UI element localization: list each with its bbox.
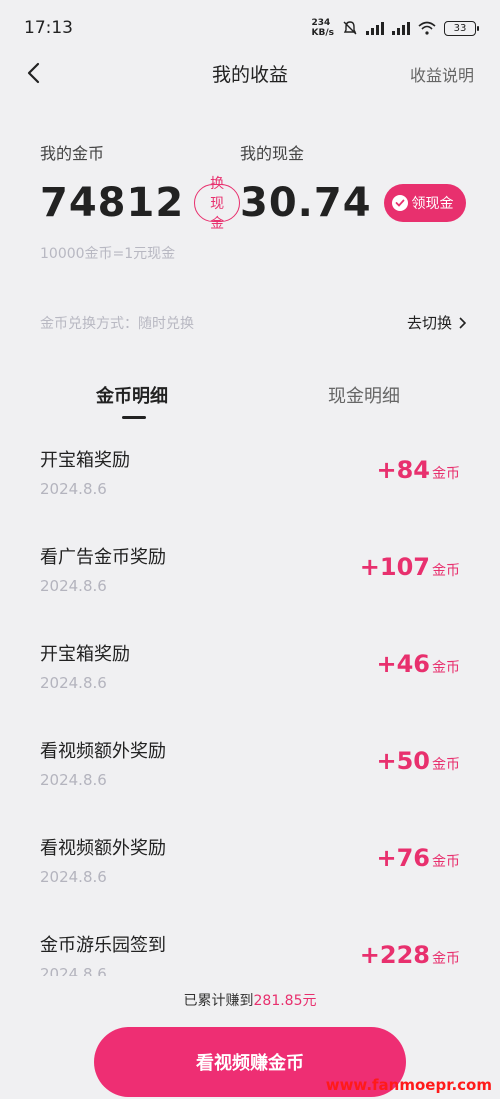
list-item: 看广告金币奖励 2024.8.6 +107 金币 — [0, 527, 500, 624]
record-amount-value: +76 — [376, 844, 430, 872]
switch-method-link[interactable]: 去切换 — [407, 312, 466, 333]
list-item: 开宝箱奖励 2024.8.6 +46 金币 — [0, 624, 500, 721]
record-title: 看视频额外奖励 — [40, 838, 166, 859]
exchange-cash-button[interactable]: 换现金 — [194, 175, 240, 231]
record-amount-value: +228 — [359, 941, 430, 969]
record-title: 开宝箱奖励 — [40, 644, 130, 665]
network-speed: 234 KB/s — [312, 18, 334, 38]
status-icons: 234 KB/s 33 — [312, 18, 479, 38]
record-amount-unit: 金币 — [432, 563, 460, 579]
signal-icon — [366, 21, 384, 35]
battery-icon: 33 — [444, 20, 479, 36]
record-amount-value: +50 — [376, 747, 430, 775]
exchange-rate-text: 10000金币=1元现金 — [40, 246, 176, 262]
cash-balance: 我的现金 30.74 领现金 — [240, 140, 466, 226]
cash-label: 我的现金 — [240, 144, 305, 163]
detail-tabs: 金币明细 现金明细 — [0, 382, 500, 422]
status-bar: 17:13 234 KB/s 33 — [0, 0, 500, 56]
record-amount-unit: 金币 — [432, 757, 460, 773]
record-amount: +50 金币 — [376, 747, 460, 775]
record-amount-value: +46 — [376, 650, 430, 678]
coin-balance: 我的金币 74812 换现金 — [40, 140, 240, 231]
record-date: 2024.8.6 — [40, 577, 107, 595]
claim-cash-label: 领现金 — [411, 195, 454, 211]
checkmark-icon — [391, 195, 408, 211]
wifi-icon — [418, 21, 436, 35]
record-amount-value: +107 — [359, 553, 430, 581]
record-date: 2024.8.6 — [40, 868, 107, 886]
nav-header: 我的收益 收益说明 — [0, 50, 500, 96]
record-date: 2024.8.6 — [40, 674, 107, 692]
cash-value: 30.74 — [240, 180, 372, 226]
network-speed-value: 234 — [311, 18, 331, 28]
record-date: 2024.8.6 — [40, 965, 107, 976]
list-item: 金币游乐园签到 2024.8.6 +228 金币 — [0, 915, 500, 976]
record-date: 2024.8.6 — [40, 771, 107, 789]
chevron-right-icon — [459, 316, 466, 329]
total-earned-prefix: 已累计赚到 — [183, 993, 254, 1009]
list-item: 开宝箱奖励 2024.8.6 +84 金币 — [0, 430, 500, 527]
switch-method-label: 去切换 — [406, 314, 452, 332]
coin-value: 74812 — [40, 180, 185, 226]
tab-coin-details[interactable]: 金币明细 — [96, 382, 168, 408]
coin-records-list[interactable]: 开宝箱奖励 2024.8.6 +84 金币 看广告金币奖励 2024.8.6 +1… — [0, 430, 500, 976]
total-earned: 已累计赚到281.85元 — [0, 990, 500, 1010]
record-amount-unit: 金币 — [432, 951, 460, 967]
network-speed-unit: KB/s — [311, 28, 334, 38]
record-amount: +46 金币 — [376, 650, 460, 678]
record-title: 金币游乐园签到 — [40, 935, 166, 956]
status-time: 17:13 — [24, 18, 73, 38]
record-title: 看视频额外奖励 — [40, 741, 166, 762]
record-amount: +107 金币 — [360, 553, 460, 581]
record-amount-unit: 金币 — [432, 660, 460, 676]
earnings-help-link[interactable]: 收益说明 — [410, 62, 474, 86]
record-amount-value: +84 — [376, 456, 430, 484]
record-title: 看广告金币奖励 — [40, 547, 166, 568]
record-title: 开宝箱奖励 — [40, 450, 130, 471]
watermark: www.fanmoepr.com — [325, 1076, 492, 1094]
list-item: 看视频额外奖励 2024.8.6 +50 金币 — [0, 721, 500, 818]
list-item: 看视频额外奖励 2024.8.6 +76 金币 — [0, 818, 500, 915]
active-tab-indicator — [122, 416, 146, 419]
record-amount: +228 金币 — [360, 941, 460, 969]
record-amount-unit: 金币 — [432, 466, 460, 482]
signal-2-icon — [392, 21, 410, 35]
bell-muted-icon — [343, 21, 357, 35]
record-amount-unit: 金币 — [432, 854, 460, 870]
exchange-method-row: 金币兑换方式：随时兑换 去切换 — [40, 312, 466, 333]
record-amount: +84 金币 — [376, 456, 460, 484]
total-earned-value: 281.85元 — [253, 993, 317, 1009]
balance-section: 我的金币 74812 换现金 我的现金 30.74 领现金 — [40, 140, 480, 231]
record-date: 2024.8.6 — [40, 480, 107, 498]
page-title: 我的收益 — [211, 63, 288, 86]
tab-cash-details[interactable]: 现金明细 — [328, 382, 400, 408]
record-amount: +76 金币 — [376, 844, 460, 872]
exchange-method-text: 金币兑换方式：随时兑换 — [40, 315, 194, 332]
coin-label: 我的金币 — [40, 144, 105, 163]
claim-cash-button[interactable]: 领现金 — [383, 184, 466, 222]
back-arrow-icon[interactable] — [24, 62, 46, 84]
